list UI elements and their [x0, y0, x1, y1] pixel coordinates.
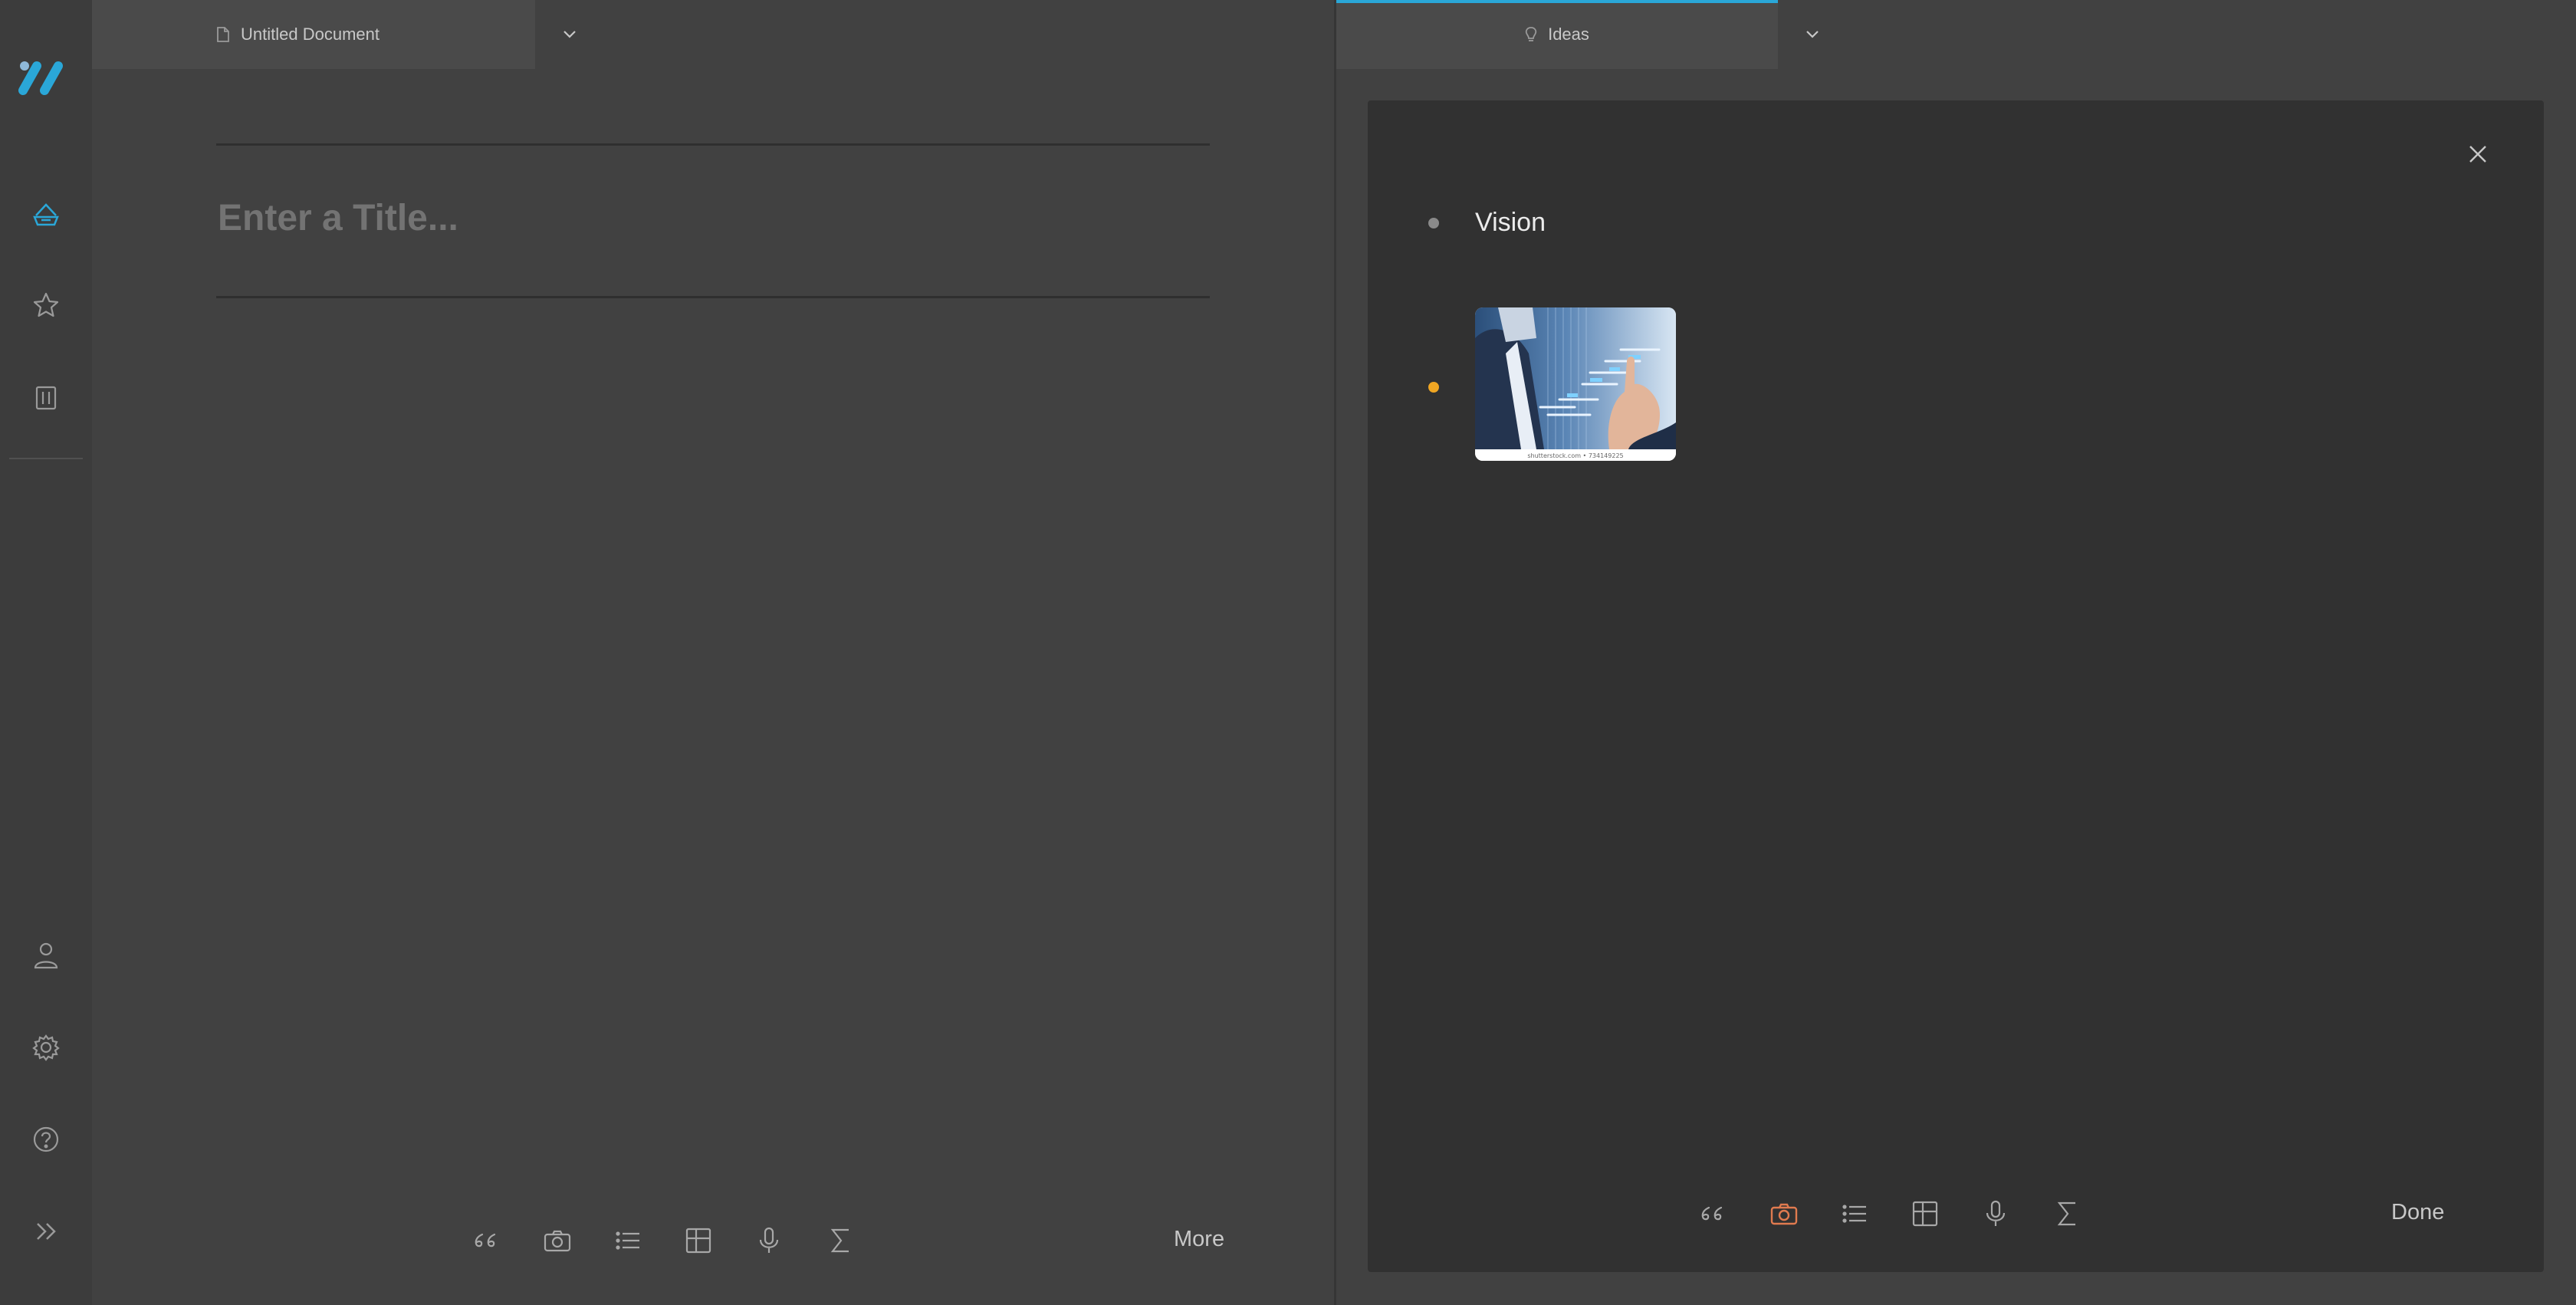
camera-icon[interactable] — [534, 1218, 580, 1264]
tab-label: Ideas — [1548, 25, 1589, 44]
bullet[interactable] — [1428, 218, 1439, 228]
sum-icon[interactable] — [2044, 1191, 2090, 1237]
title-top-divider — [216, 143, 1210, 146]
microphone-icon[interactable] — [746, 1218, 792, 1264]
tab-label: Untitled Document — [241, 25, 380, 44]
gear-icon[interactable] — [28, 1029, 64, 1066]
document-icon — [216, 26, 230, 43]
title-bottom-divider — [216, 296, 1210, 298]
camera-icon[interactable] — [1761, 1191, 1807, 1237]
chevron-down-icon — [562, 30, 577, 39]
list-icon[interactable] — [1832, 1191, 1878, 1237]
bullet[interactable] — [1428, 382, 1439, 393]
right-tab-dropdown[interactable] — [1778, 0, 1847, 69]
user-icon[interactable] — [28, 937, 64, 974]
tab-untitled-document[interactable]: Untitled Document — [216, 0, 535, 69]
sum-icon[interactable] — [817, 1218, 863, 1264]
chevron-down-icon — [1805, 30, 1820, 39]
right-tab-empty — [1778, 0, 2576, 69]
list-icon[interactable] — [605, 1218, 651, 1264]
app-logo[interactable] — [17, 55, 75, 98]
idea-image[interactable]: shutterstock.com • 734149225 — [1475, 307, 1676, 461]
ideas-panel: Vision shutterstock.com • 734149225 Done — [1368, 100, 2544, 1272]
nav-rail — [0, 0, 92, 1305]
more-button[interactable]: More — [1174, 1227, 1224, 1252]
rail-divider — [9, 458, 83, 459]
star-icon[interactable] — [28, 287, 64, 324]
table-icon[interactable] — [675, 1218, 721, 1264]
lightbulb-icon — [1525, 26, 1537, 43]
help-icon[interactable] — [28, 1121, 64, 1158]
left-tab-dropdown[interactable] — [535, 0, 604, 69]
done-button[interactable]: Done — [2391, 1200, 2444, 1225]
double-chevron-right-icon[interactable] — [28, 1213, 64, 1250]
trash-icon[interactable] — [28, 379, 64, 416]
pane-splitter[interactable] — [1334, 0, 1336, 1305]
home-icon[interactable] — [28, 196, 64, 233]
microphone-icon[interactable] — [1973, 1191, 2019, 1237]
idea-text[interactable]: Vision — [1475, 208, 1546, 238]
quote-icon[interactable] — [463, 1218, 509, 1264]
close-button[interactable] — [2463, 139, 2493, 169]
image-caption: shutterstock.com • 734149225 — [1527, 452, 1623, 459]
table-icon[interactable] — [1902, 1191, 1948, 1237]
title-input[interactable] — [216, 190, 1208, 245]
tab-active-indicator — [1336, 0, 1778, 3]
quote-icon[interactable] — [1690, 1191, 1736, 1237]
close-icon — [2468, 144, 2488, 164]
left-tab-empty — [535, 0, 1334, 69]
tab-ideas[interactable]: Ideas — [1336, 0, 1778, 69]
